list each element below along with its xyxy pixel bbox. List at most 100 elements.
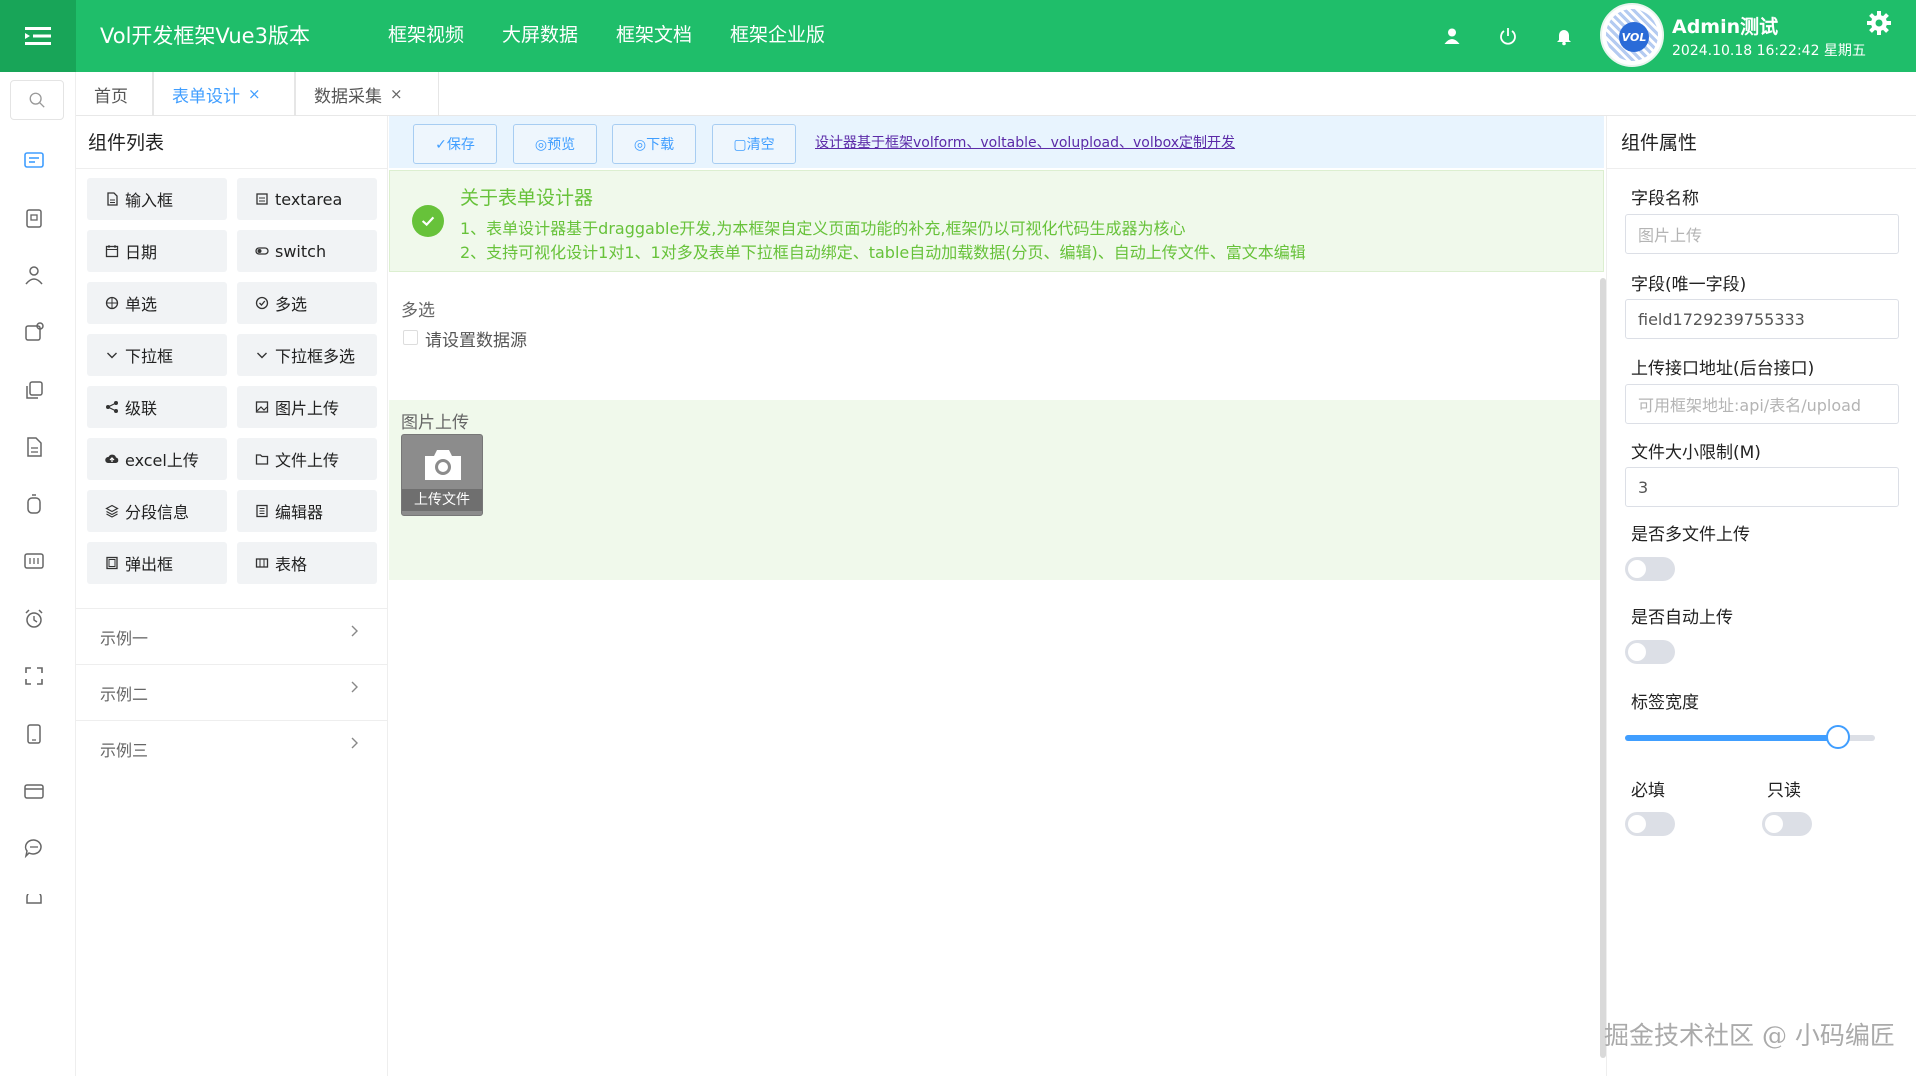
table-icon	[255, 556, 269, 570]
component-button[interactable]: 下拉框	[87, 334, 227, 376]
auto-upload-label: 是否自动上传	[1631, 608, 1733, 628]
preview-button[interactable]: ◎预览	[513, 124, 597, 164]
circle-check-icon	[255, 296, 269, 310]
field-key-input[interactable]: field1729239755333	[1625, 299, 1899, 339]
component-button[interactable]: 表格	[237, 542, 377, 584]
credit-card-icon[interactable]	[22, 779, 46, 803]
checkbox-hint: 请设置数据源	[425, 331, 527, 351]
tab-data-collection[interactable]: 数据采集 ×	[295, 72, 439, 116]
example-item[interactable]: 示例三	[76, 720, 388, 776]
tab-form-design[interactable]: 表单设计 ×	[153, 72, 295, 116]
nav-item-enterprise[interactable]: 框架企业版	[730, 20, 825, 47]
sticky-note-icon[interactable]	[22, 320, 46, 344]
component-label: 弹出框	[125, 555, 174, 574]
clipboard-icon[interactable]	[22, 206, 46, 230]
example-label: 示例一	[100, 628, 149, 648]
menu-toggle-button[interactable]	[0, 0, 76, 72]
search-icon	[29, 92, 45, 108]
label-width-label: 标签宽度	[1631, 693, 1699, 713]
upload-file-button[interactable]: 上传文件	[401, 434, 483, 516]
document-icon	[105, 192, 119, 206]
copy-icon[interactable]	[22, 378, 46, 402]
component-button[interactable]: switch	[237, 230, 377, 272]
form-menu-icon[interactable]	[22, 148, 46, 172]
image-icon	[255, 400, 269, 414]
fullscreen-icon[interactable]	[22, 664, 46, 688]
example-label: 示例三	[100, 740, 149, 760]
upload-button-label: 上传文件	[402, 489, 482, 511]
close-icon[interactable]: ×	[248, 85, 261, 103]
power-icon[interactable]	[1494, 22, 1522, 50]
divider	[1607, 168, 1916, 169]
component-button[interactable]: 弹出框	[87, 542, 227, 584]
component-button[interactable]: excel上传	[87, 438, 227, 480]
component-label: 分段信息	[125, 503, 190, 522]
component-button[interactable]: 单选	[87, 282, 227, 324]
tablet-icon[interactable]	[22, 722, 46, 746]
bell-icon[interactable]	[1550, 22, 1578, 50]
checkbox[interactable]	[403, 330, 418, 345]
designer-toolbar: ✓保存 ◎预览 ◎下载 ▢清空 设计器基于框架volform、voltable、…	[389, 116, 1604, 168]
component-label: 级联	[125, 399, 158, 418]
component-label: 图片上传	[275, 399, 340, 418]
nav-item-videos[interactable]: 框架视频	[388, 20, 464, 47]
readonly-switch[interactable]	[1762, 812, 1812, 836]
popup-icon	[105, 556, 119, 570]
chevron-right-icon	[351, 625, 358, 637]
component-button[interactable]: 多选	[237, 282, 377, 324]
nav-item-docs[interactable]: 框架文档	[616, 20, 692, 47]
chat-icon[interactable]	[22, 894, 46, 906]
size-limit-input[interactable]: 3	[1625, 467, 1899, 507]
page-tabs: 首页 表单设计 × 数据采集 ×	[76, 72, 1916, 116]
upload-url-label: 上传接口地址(后台接口)	[1631, 359, 1815, 379]
close-icon[interactable]: ×	[390, 85, 403, 103]
user-icon[interactable]	[1438, 22, 1466, 50]
download-button[interactable]: ◎下载	[612, 124, 696, 164]
chevron-down-icon	[105, 348, 119, 362]
component-button[interactable]: 编辑器	[237, 490, 377, 532]
chevron-right-icon	[351, 681, 358, 693]
data-board-icon[interactable]	[22, 549, 46, 573]
panel-title: 组件属性	[1621, 132, 1698, 154]
component-label: 编辑器	[275, 503, 324, 522]
nav-item-dashboard[interactable]: 大屏数据	[502, 20, 578, 47]
field-name-input[interactable]: 图片上传	[1625, 214, 1899, 254]
check-circle-icon	[412, 205, 444, 237]
component-button[interactable]: 分段信息	[87, 490, 227, 532]
component-label: 输入框	[125, 191, 174, 210]
component-button[interactable]: 下拉框多选	[237, 334, 377, 376]
example-item[interactable]: 示例二	[76, 664, 388, 720]
upload-field-selected[interactable]: 图片上传 上传文件	[389, 400, 1604, 580]
framework-link[interactable]: 设计器基于框架volform、voltable、volupload、volbox…	[815, 132, 1235, 152]
rail-search-button[interactable]	[10, 80, 64, 120]
component-label: 单选	[125, 295, 158, 314]
component-button[interactable]: 日期	[87, 230, 227, 272]
alert-line: 1、表单设计器基于draggable开发,为本框架自定义页面功能的补充,框架仍以…	[460, 219, 1186, 238]
component-button[interactable]: textarea	[237, 178, 377, 220]
slider-thumb[interactable]	[1825, 725, 1850, 749]
design-canvas[interactable]: 多选 请设置数据源 图片上传 上传文件	[389, 272, 1604, 1076]
divider	[76, 168, 387, 169]
clear-button[interactable]: ▢清空	[712, 124, 796, 164]
person-icon[interactable]	[22, 263, 46, 287]
avatar[interactable]: VOL	[1600, 3, 1664, 67]
upload-url-input[interactable]: 可用框架地址:api/表名/upload	[1625, 384, 1899, 424]
component-button[interactable]: 图片上传	[237, 386, 377, 428]
auto-upload-switch[interactable]	[1625, 640, 1675, 664]
tab-home[interactable]: 首页	[76, 72, 153, 116]
hamburger-icon	[25, 27, 51, 45]
alarm-clock-icon[interactable]	[22, 607, 46, 631]
gear-icon[interactable]	[1864, 8, 1894, 38]
component-button[interactable]: 文件上传	[237, 438, 377, 480]
checkbox-field-label: 多选	[401, 301, 435, 321]
example-item[interactable]: 示例一	[76, 608, 388, 664]
document-icon[interactable]	[22, 435, 46, 459]
required-switch[interactable]	[1625, 812, 1675, 836]
chat-bubble-icon[interactable]	[22, 836, 46, 860]
component-button[interactable]: 输入框	[87, 178, 227, 220]
component-button[interactable]: 级联	[87, 386, 227, 428]
stopwatch-icon[interactable]	[22, 492, 46, 516]
component-label: 表格	[275, 555, 308, 574]
save-button[interactable]: ✓保存	[413, 124, 497, 164]
multi-upload-switch[interactable]	[1625, 557, 1675, 581]
